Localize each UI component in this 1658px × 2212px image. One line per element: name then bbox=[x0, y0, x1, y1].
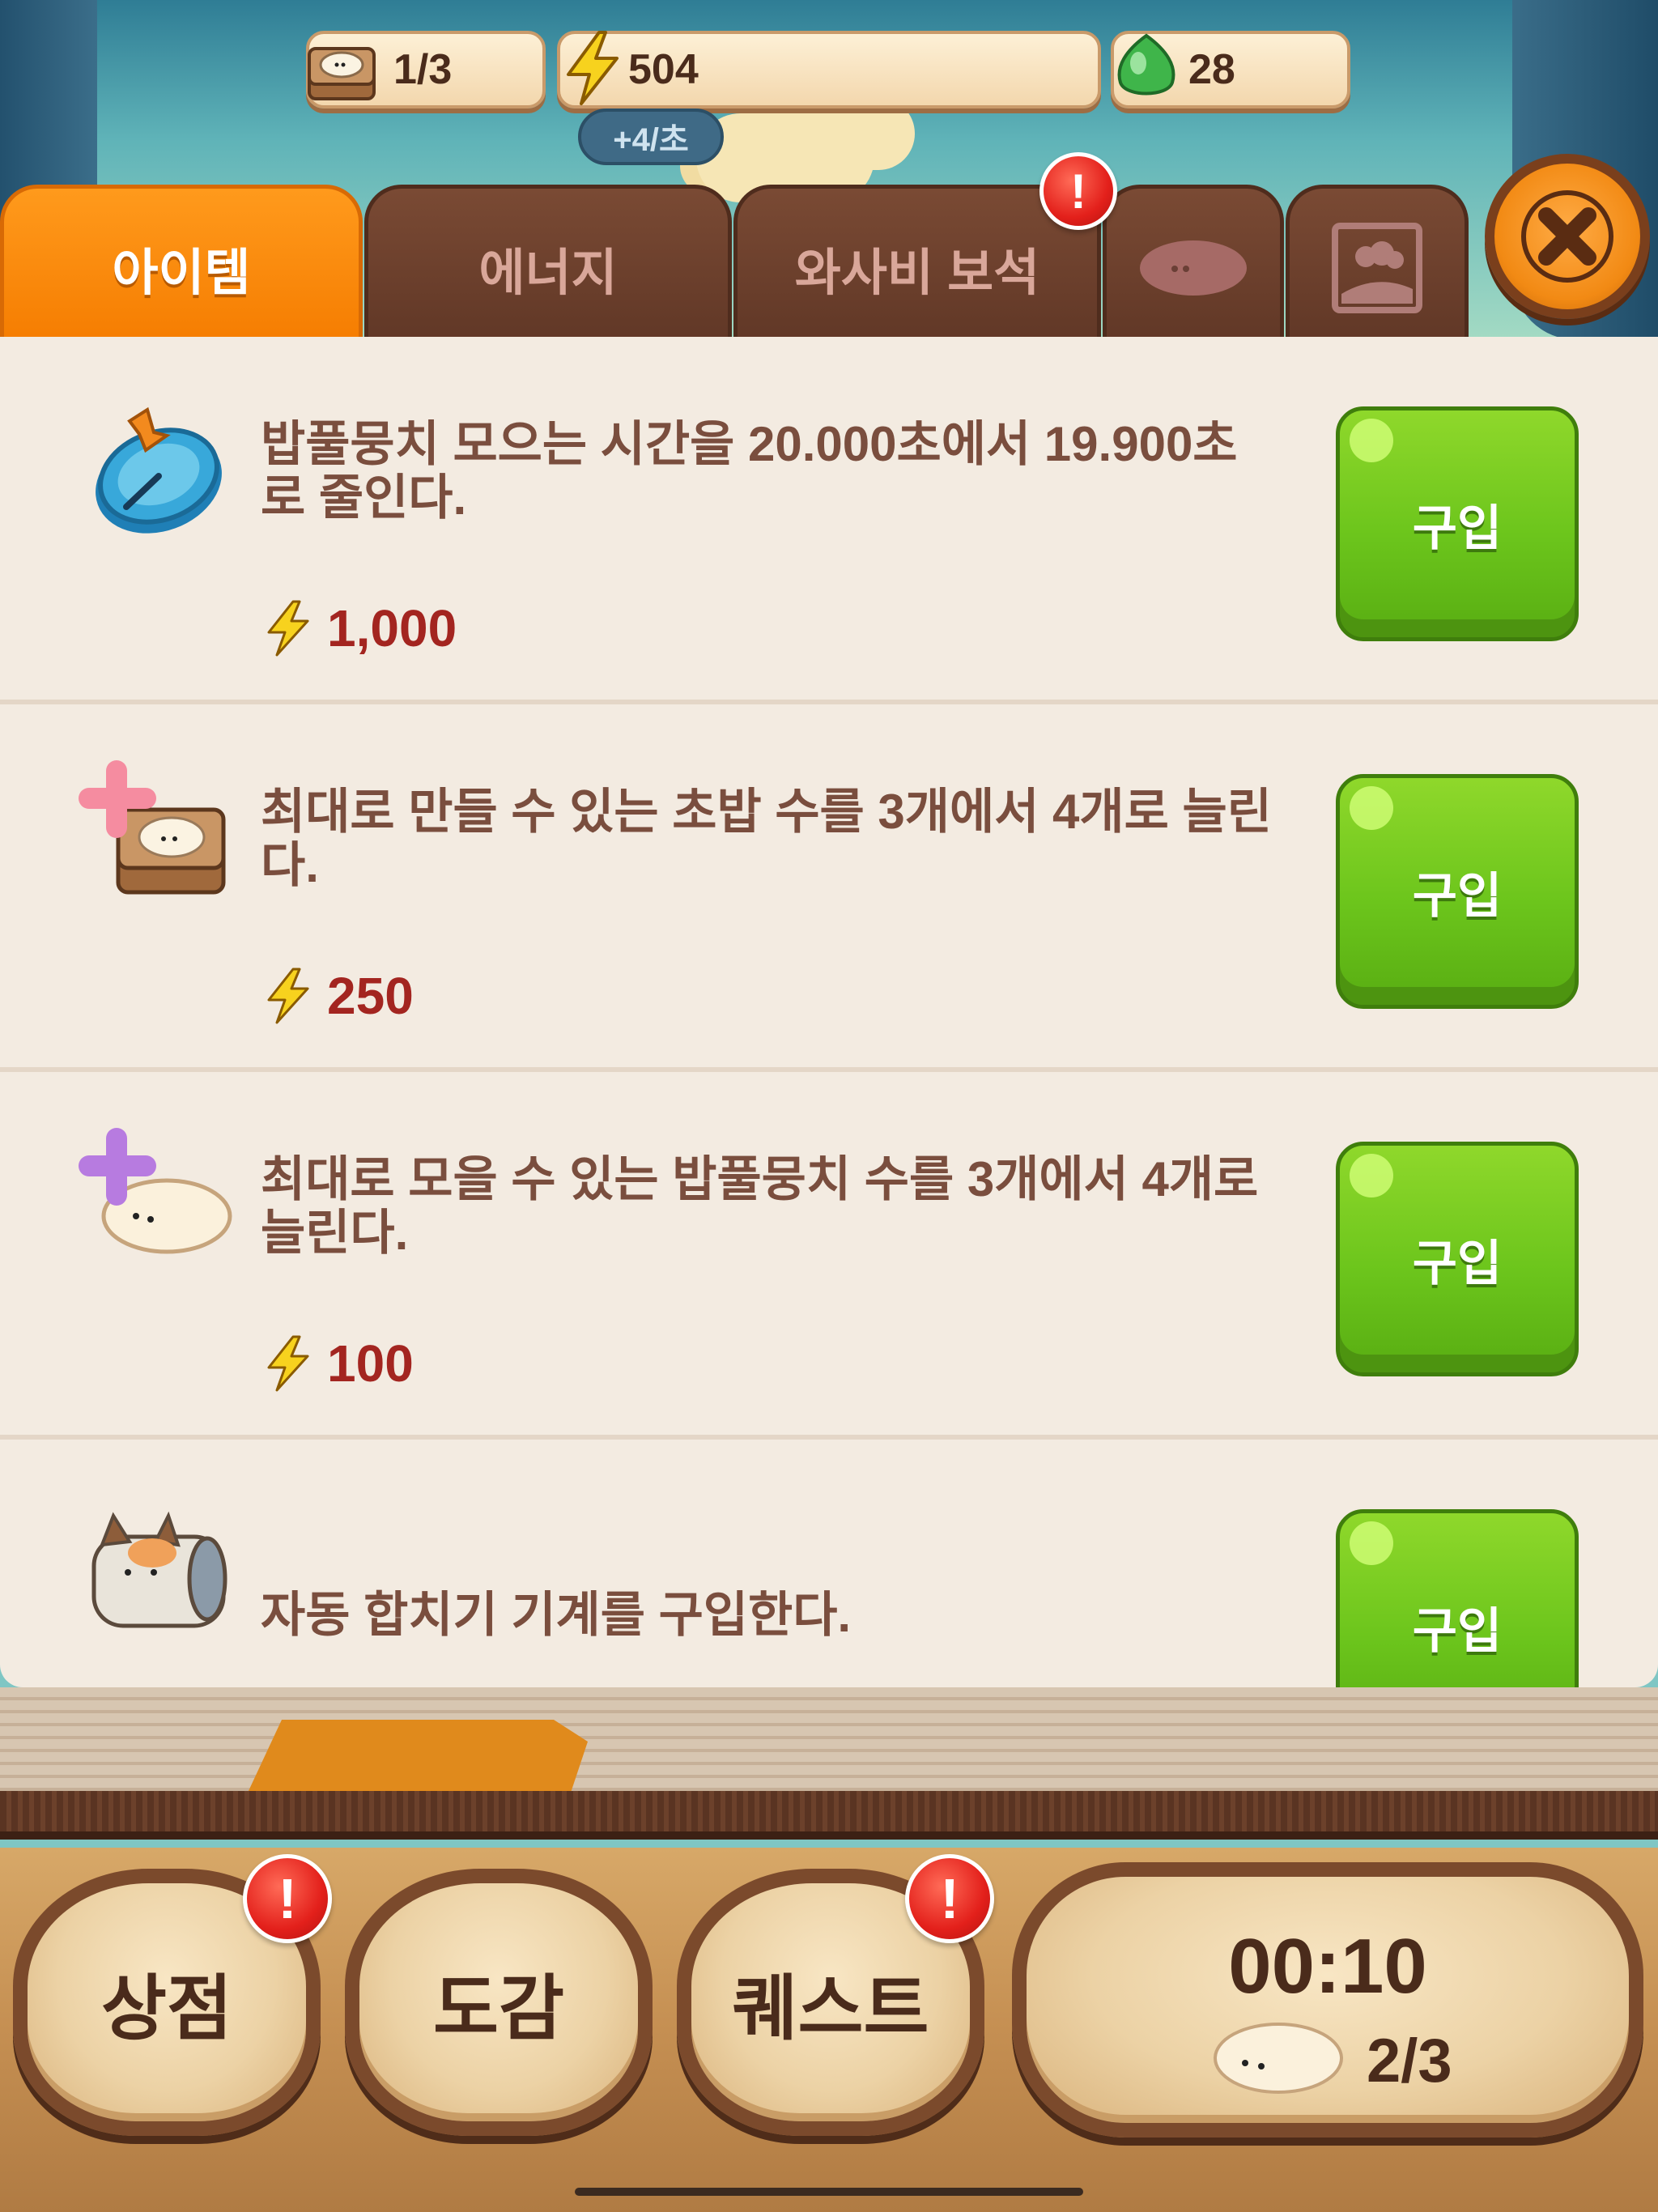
list-item: 최대로 만들 수 있는 초밥 수를 3개에서 4개로 늘린다. 250 구입 bbox=[0, 704, 1658, 1072]
dictionary-button[interactable]: 도감 bbox=[345, 1869, 653, 2136]
plus-rice-fluff-icon bbox=[79, 1128, 232, 1254]
button-shine bbox=[1350, 786, 1393, 830]
wood-rail bbox=[0, 1791, 1658, 1840]
item-description: 최대로 만들 수 있는 초밥 수를 3개에서 4개로 늘린다. bbox=[261, 785, 1272, 892]
compass-clock-icon bbox=[96, 406, 222, 534]
item-description: 밥풀뭉치 모으는 시간을 20.000초에서 19.900초로 줄인다. bbox=[261, 417, 1238, 525]
plus-sushi-board-icon bbox=[79, 760, 226, 895]
gem-pill: 28 bbox=[1111, 31, 1350, 108]
shop-alert-badge: ! bbox=[243, 1854, 332, 1943]
item-price: 1,000 bbox=[261, 596, 457, 661]
fluff-count: 2/3 bbox=[1367, 2027, 1452, 2095]
lightning-icon bbox=[267, 1335, 309, 1392]
energy-rate-badge: +4/초 bbox=[578, 108, 724, 165]
item-description: 최대로 모을 수 있는 밥풀뭉치 수를 3개에서 4개로 늘린다. bbox=[261, 1152, 1259, 1260]
item-price: 250 bbox=[261, 963, 414, 1028]
buy-button-label: 구입 bbox=[1412, 868, 1503, 923]
item-price-amount: 250 bbox=[327, 967, 414, 1025]
lightning-icon bbox=[567, 31, 619, 105]
tab-items[interactable]: 아이템 bbox=[0, 185, 363, 347]
item-price: 100 bbox=[261, 1331, 414, 1396]
background-picture-icon bbox=[1332, 222, 1422, 313]
sushi-board-icon bbox=[308, 47, 376, 100]
rice-fluff-icon bbox=[1214, 2023, 1343, 2094]
fluff-timer: 00:10 bbox=[1228, 1923, 1427, 2010]
fluff-timer-panel[interactable]: 00:10 2/3 bbox=[1012, 1862, 1643, 2138]
item-price-amount: 1,000 bbox=[327, 599, 457, 657]
button-shine bbox=[1350, 419, 1393, 462]
lightning-icon bbox=[267, 968, 309, 1024]
home-indicator[interactable] bbox=[575, 2188, 1083, 2196]
energy-value: 504 bbox=[628, 46, 699, 93]
list-item: 밥풀뭉치 모으는 시간을 20.000초에서 19.900초로 줄인다. 1,0… bbox=[0, 337, 1658, 704]
buy-button[interactable]: 구입 bbox=[1336, 774, 1579, 1009]
wasabi-gem-icon bbox=[1117, 33, 1175, 96]
button-shine bbox=[1350, 1154, 1393, 1197]
button-shine bbox=[1350, 1521, 1393, 1565]
item-list-panel: 밥풀뭉치 모으는 시간을 20.000초에서 19.900초로 줄인다. 1,0… bbox=[0, 337, 1658, 1687]
sushi-count-pill: 1/3 bbox=[306, 31, 546, 108]
item-description: 자동 합치기 기계를 구입한다. bbox=[261, 1588, 852, 1642]
bookmark-ribbon bbox=[248, 1720, 588, 1793]
energy-pill: 504 bbox=[557, 31, 1101, 108]
buy-button[interactable]: 구입 bbox=[1336, 1509, 1579, 1687]
rice-fluff-icon bbox=[1140, 240, 1247, 296]
tab-characters[interactable] bbox=[1103, 185, 1284, 347]
list-item: 최대로 모을 수 있는 밥풀뭉치 수를 3개에서 4개로 늘린다. 100 구입 bbox=[0, 1072, 1658, 1440]
buy-button-label: 구입 bbox=[1412, 1236, 1503, 1291]
buy-button-label: 구입 bbox=[1412, 1603, 1503, 1658]
book-pages-decoration bbox=[0, 1687, 1658, 1793]
close-icon bbox=[1521, 190, 1613, 283]
gem-value: 28 bbox=[1188, 46, 1235, 93]
buy-button[interactable]: 구입 bbox=[1336, 1142, 1579, 1376]
tab-energy[interactable]: 에너지 bbox=[364, 185, 732, 347]
tab-backgrounds[interactable] bbox=[1286, 185, 1469, 347]
buy-button[interactable]: 구입 bbox=[1336, 406, 1579, 641]
item-price-amount: 100 bbox=[327, 1334, 414, 1393]
quest-alert-badge: ! bbox=[905, 1854, 994, 1943]
close-button[interactable] bbox=[1485, 154, 1650, 319]
auto-merge-cat-machine-icon bbox=[91, 1511, 227, 1628]
buy-button-label: 구입 bbox=[1412, 500, 1503, 555]
tab-gems-alert-badge: ! bbox=[1039, 152, 1117, 230]
lightning-icon bbox=[267, 600, 309, 657]
sushi-count-value: 1/3 bbox=[393, 46, 453, 93]
list-item: 자동 합치기 기계를 구입한다. 구입 bbox=[0, 1440, 1658, 1687]
